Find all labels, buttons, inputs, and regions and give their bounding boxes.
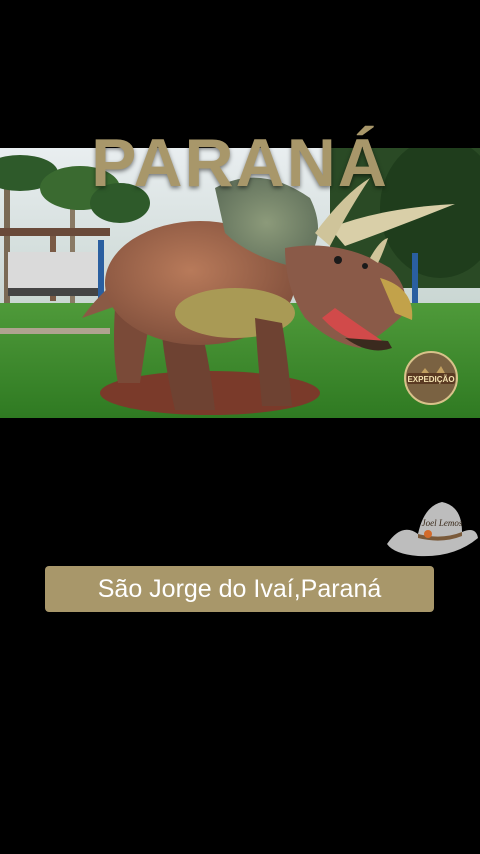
location-caption: São Jorge do Ivaí,Paraná <box>45 566 434 612</box>
expedition-badge-label: EXPEDIÇÃO <box>407 375 454 384</box>
video-title: PARANÁ <box>91 125 389 201</box>
cowboy-hat-icon: Joel Lemos <box>384 496 480 562</box>
location-caption-text: São Jorge do Ivaí,Paraná <box>97 574 382 603</box>
hat-logo-label: Joel Lemos <box>422 518 463 528</box>
expedition-logo-icon: EXPEDIÇÃO <box>403 350 459 406</box>
